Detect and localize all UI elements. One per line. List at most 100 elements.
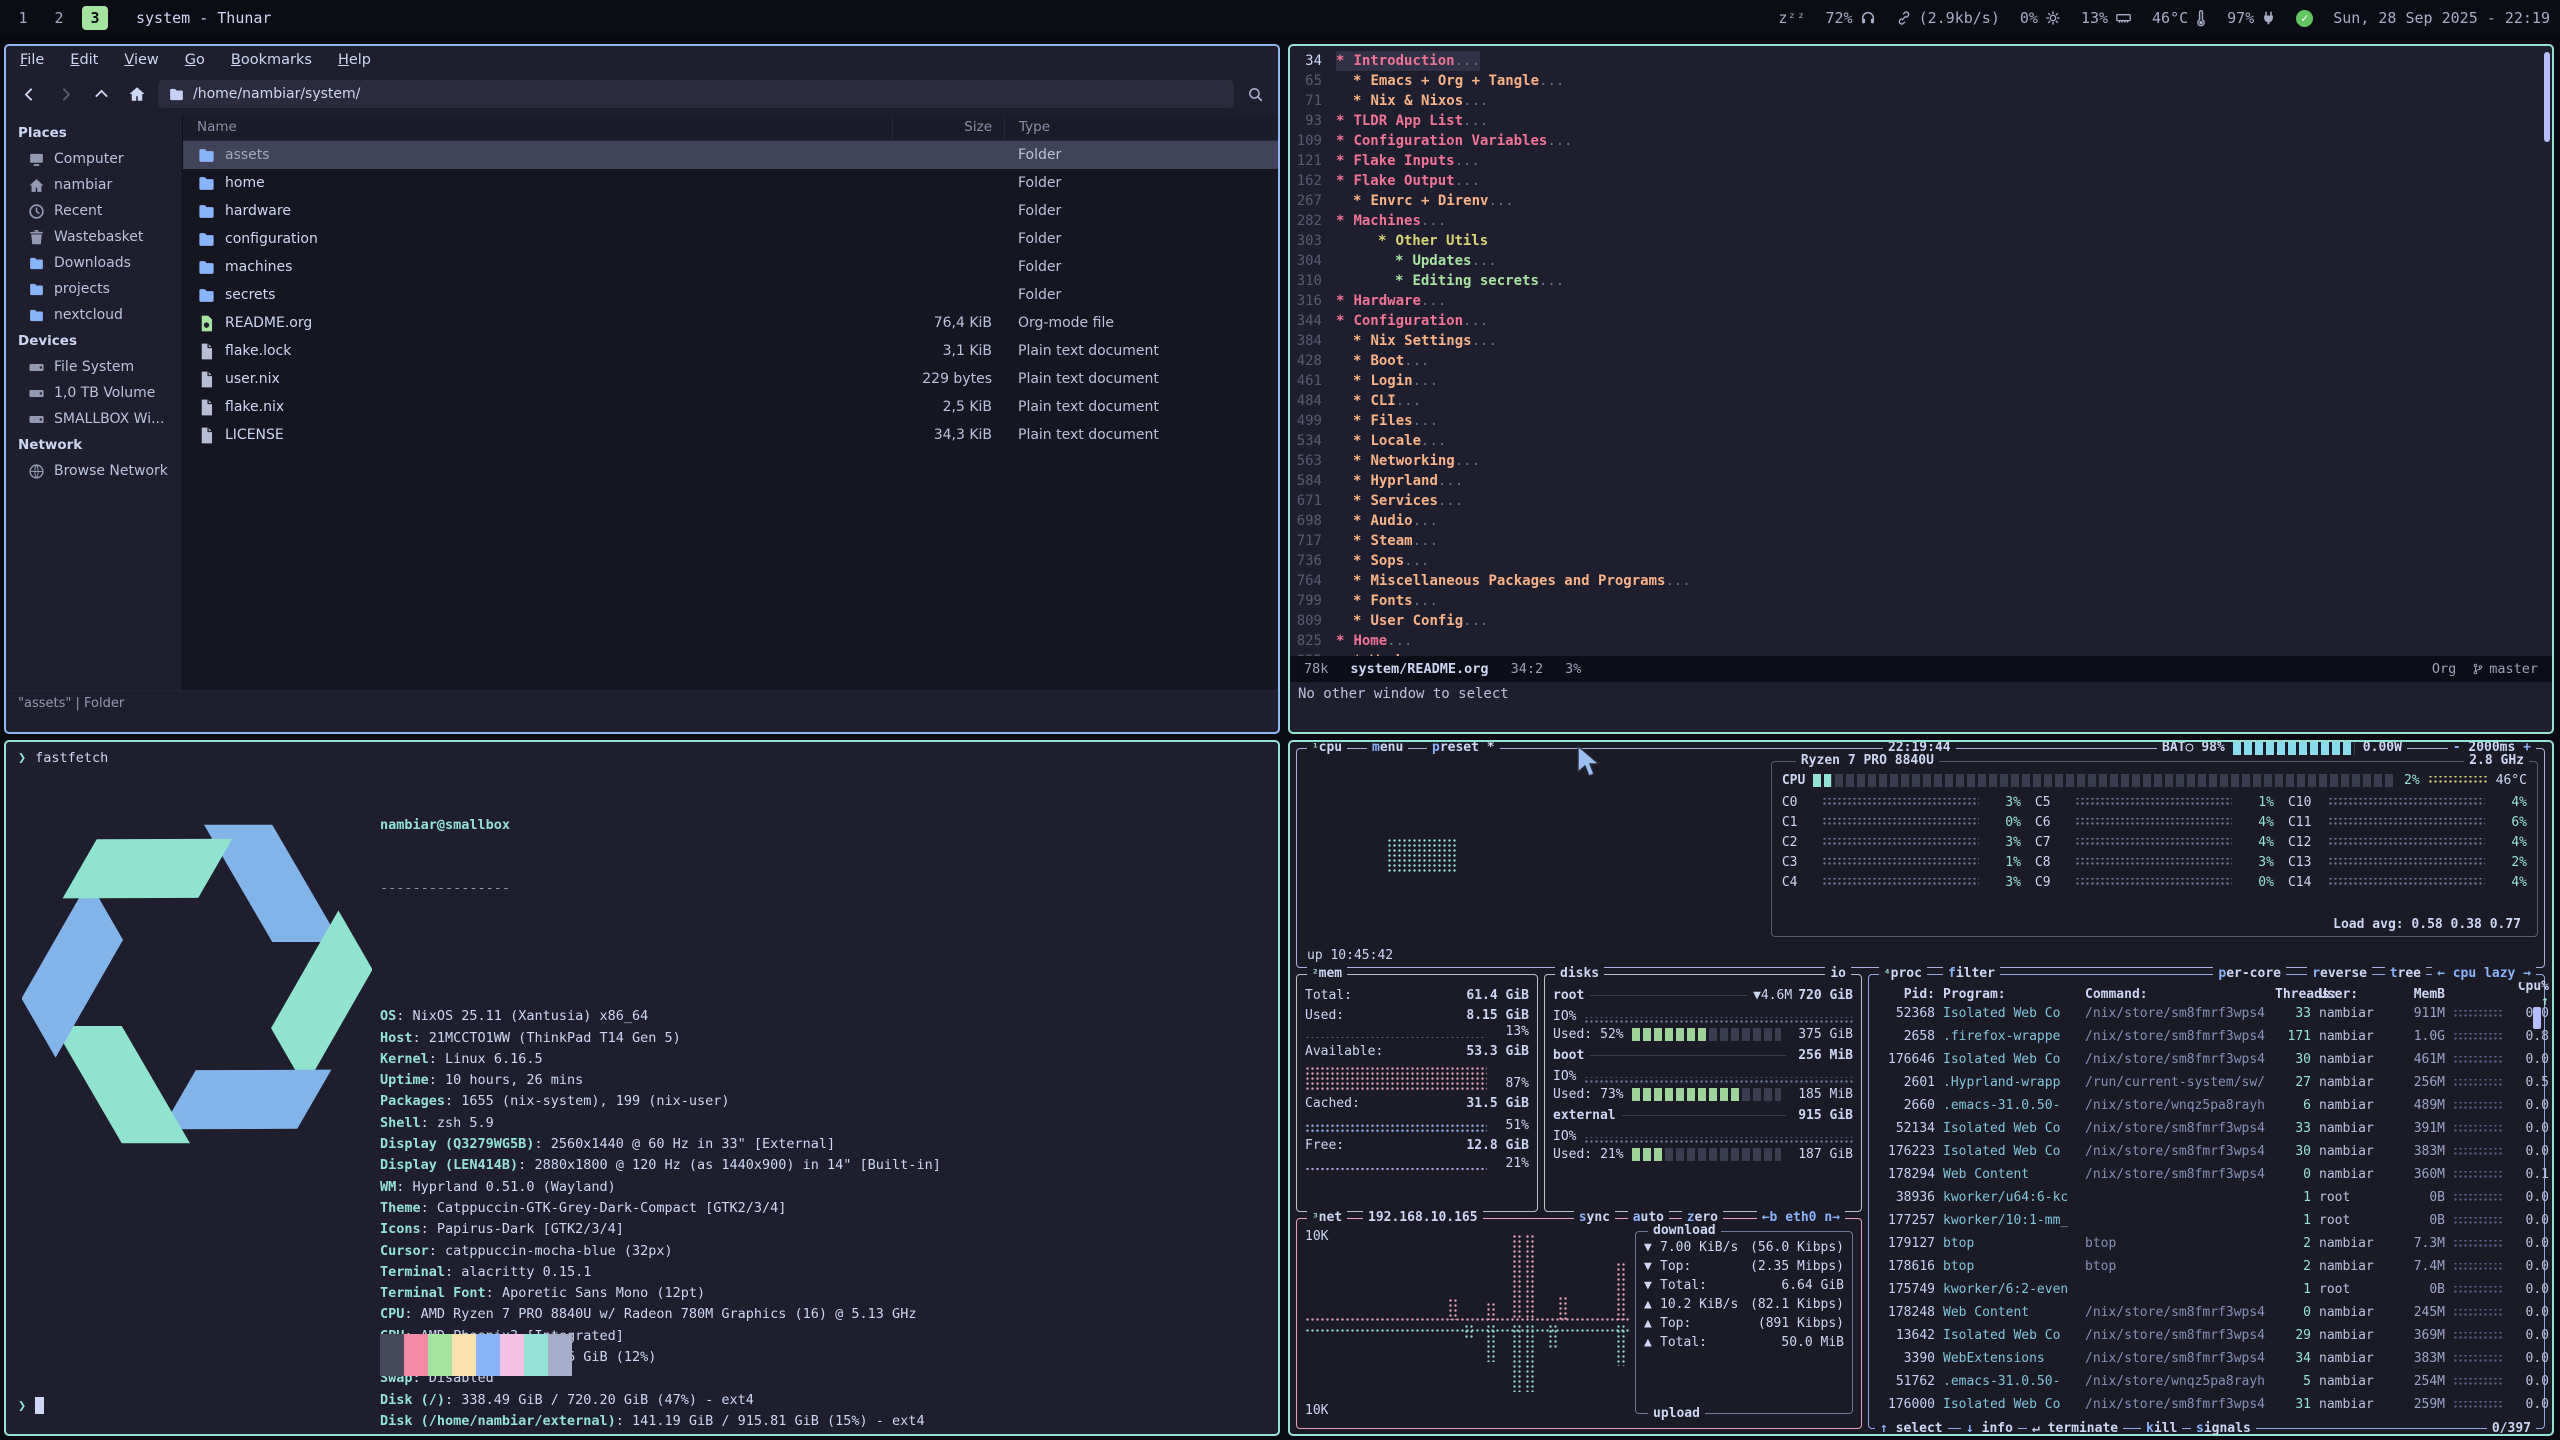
tree-button[interactable]: tree [2385, 966, 2426, 982]
file-row[interactable]: LICENSE 34,3 KiB Plain text document [183, 421, 1278, 449]
process-scrollbar-thumb[interactable] [2533, 1007, 2541, 1029]
home-button[interactable] [122, 80, 152, 108]
temperature-module[interactable]: 46°C [2152, 9, 2207, 27]
process-row[interactable]: 178294 Web Content /nix/store/sm8fmrf3wp… [1869, 1163, 2544, 1186]
info-hint[interactable]: ↓ info [1961, 1421, 2018, 1436]
menu-item[interactable]: View [124, 52, 158, 68]
workspace-button[interactable]: 1 [10, 6, 36, 30]
file-row[interactable]: flake.nix 2,5 KiB Plain text document [183, 393, 1278, 421]
sidebar-item[interactable]: nextcloud [6, 302, 182, 328]
reverse-button[interactable]: reverse [2307, 966, 2372, 982]
process-row[interactable]: 176223 Isolated Web Co /nix/store/sm8fmr… [1869, 1140, 2544, 1163]
org-heading-line[interactable]: 304 *Updates... [1290, 251, 2552, 271]
menu-button[interactable]: menu [1367, 740, 1408, 756]
header-pid[interactable]: Pid: [1879, 987, 1935, 1002]
org-heading-line[interactable]: 736 *Sops... [1290, 551, 2552, 571]
org-heading-line[interactable]: 282 *Machines... [1290, 211, 2552, 231]
org-heading-line[interactable]: 698 *Audio... [1290, 511, 2552, 531]
menu-item[interactable]: Bookmarks [231, 52, 312, 68]
header-command[interactable]: Command: [2085, 987, 2267, 1002]
org-heading-line[interactable]: 534 *Locale... [1290, 431, 2552, 451]
shell-prompt[interactable]: ❯ [18, 1397, 44, 1414]
header-cpu[interactable]: Cpu% ↑ [2511, 979, 2549, 1009]
process-row[interactable]: 3390 WebExtensions /nix/store/sm8fmrf3wp… [1869, 1347, 2544, 1370]
workspace-button[interactable]: 2 [46, 6, 72, 30]
process-row[interactable]: 13642 Isolated Web Co /nix/store/sm8fmrf… [1869, 1324, 2544, 1347]
process-row[interactable]: 177257 kworker/10:1-mm_ 1 root 0B 0.0 [1869, 1209, 2544, 1232]
idle-inhibitor[interactable]: zᶻᶻ [1778, 9, 1805, 27]
process-row[interactable]: 38936 kworker/u64:6-kc 1 root 0B 0.0 [1869, 1186, 2544, 1209]
process-row[interactable]: 176000 Isolated Web Co /nix/store/sm8fmr… [1869, 1393, 2544, 1416]
sidebar-network-item[interactable]: Browse Network [6, 458, 182, 484]
process-row[interactable]: 175749 kworker/6:2-even 1 root 0B 0.0 [1869, 1278, 2544, 1301]
sidebar-item[interactable]: Recent [6, 198, 182, 224]
org-heading-line[interactable]: 65 *Emacs + Org + Tangle... [1290, 71, 2552, 91]
memory-module[interactable]: 13% [2081, 9, 2132, 27]
header-mem[interactable]: MemB [2399, 987, 2445, 1002]
org-heading-line[interactable]: 121 *Flake Inputs... [1290, 151, 2552, 171]
org-heading-line[interactable]: 809 *User Config... [1290, 611, 2552, 631]
signals-hint[interactable]: signals [2191, 1421, 2256, 1436]
sidebar-device-item[interactable]: SMALLBOX Wi... [6, 406, 182, 432]
org-heading-line[interactable]: 267 *Envrc + Direnv... [1290, 191, 2552, 211]
sidebar-device-item[interactable]: 1,0 TB Volume [6, 380, 182, 406]
file-row[interactable]: hardware Folder [183, 197, 1278, 225]
header-program[interactable]: Program: [1943, 987, 2077, 1002]
process-row[interactable]: 178616 btop btop 2 nambiar 7.4M 0.0 [1869, 1255, 2544, 1278]
clock-module[interactable]: Sun, 28 Sep 2025 - 22:19 [2333, 9, 2550, 27]
org-heading-line[interactable]: 93 *TLDR App List... [1290, 111, 2552, 131]
org-heading-line[interactable]: 764 *Miscellaneous Packages and Programs… [1290, 571, 2552, 591]
org-heading-line[interactable]: 162 *Flake Output... [1290, 171, 2552, 191]
process-row[interactable]: 179127 btop btop 2 nambiar 7.3M 0.0 [1869, 1232, 2544, 1255]
org-buffer[interactable]: 34 *Introduction... 65 *Emacs + Org + Ta… [1290, 46, 2552, 656]
scrollbar-thumb[interactable] [2544, 52, 2550, 142]
org-heading-line[interactable]: 461 *Login... [1290, 371, 2552, 391]
org-heading-line[interactable]: 384 *Nix Settings... [1290, 331, 2552, 351]
org-heading-line[interactable]: 563 *Networking... [1290, 451, 2552, 471]
sidebar-item[interactable]: projects [6, 276, 182, 302]
org-heading-line[interactable]: 344 *Configuration... [1290, 311, 2552, 331]
tab-net[interactable]: ³net [1307, 1210, 1347, 1226]
org-heading-line[interactable]: 310 *Editing secrets... [1290, 271, 2552, 291]
sync-button[interactable]: sync [1574, 1210, 1615, 1226]
file-row[interactable]: configuration Folder [183, 225, 1278, 253]
menu-item[interactable]: Help [338, 52, 371, 68]
select-hint[interactable]: ↑ select [1875, 1421, 1948, 1436]
org-heading-line[interactable]: 428 *Boot... [1290, 351, 2552, 371]
header-threads[interactable]: Threads: [2275, 987, 2311, 1002]
io-toggle[interactable]: io [1825, 966, 1851, 982]
org-heading-line[interactable]: 109 *Configuration Variables... [1290, 131, 2552, 151]
process-row[interactable]: 52368 Isolated Web Co /nix/store/sm8fmrf… [1869, 1002, 2544, 1025]
org-heading-line[interactable]: 499 *Files... [1290, 411, 2552, 431]
file-row[interactable]: flake.lock 3,1 KiB Plain text document [183, 337, 1278, 365]
column-size[interactable]: Size [892, 114, 1004, 140]
org-heading-line[interactable]: 671 *Services... [1290, 491, 2552, 511]
org-heading-line[interactable]: 303 *Other Utils [1290, 231, 2552, 251]
tab-disks[interactable]: disks [1555, 966, 1604, 982]
process-row[interactable]: 52134 Isolated Web Co /nix/store/sm8fmrf… [1869, 1117, 2544, 1140]
sidebar-item[interactable]: Computer [6, 146, 182, 172]
per-core-button[interactable]: per-core [2213, 966, 2286, 982]
org-heading-line[interactable]: 316 *Hardware... [1290, 291, 2552, 311]
org-heading-line[interactable]: 825 *Home... [1290, 631, 2552, 651]
kill-hint[interactable]: kill [2141, 1421, 2182, 1436]
search-button[interactable] [1240, 80, 1270, 108]
battery-module[interactable]: 97% [2227, 9, 2276, 27]
filter-button[interactable]: filter [1943, 966, 2000, 982]
systemd-ok-module[interactable]: ✓ [2296, 10, 2313, 27]
org-heading-line[interactable]: 34 *Introduction... [1290, 51, 2552, 71]
org-heading-line[interactable]: 584 *Hyprland... [1290, 471, 2552, 491]
tab-mem[interactable]: ²mem [1307, 966, 1347, 982]
file-row[interactable]: machines Folder [183, 253, 1278, 281]
interface-switcher[interactable]: ←b eth0 n→ [1757, 1210, 1845, 1226]
network-module[interactable]: (2.9kb/s) [1896, 9, 2000, 27]
file-row[interactable]: user.nix 229 bytes Plain text document [183, 365, 1278, 393]
org-heading-line[interactable]: 484 *CLI... [1290, 391, 2552, 411]
header-user[interactable]: User: [2319, 987, 2391, 1002]
process-row[interactable]: 2658 .firefox-wrappe /nix/store/sm8fmrf3… [1869, 1025, 2544, 1048]
workspace-button[interactable]: 3 [82, 6, 108, 30]
file-row[interactable]: assets Folder [183, 141, 1278, 169]
file-row[interactable]: README.org 76,4 KiB Org-mode file [183, 309, 1278, 337]
up-button[interactable] [86, 80, 116, 108]
sidebar-item[interactable]: nambiar [6, 172, 182, 198]
